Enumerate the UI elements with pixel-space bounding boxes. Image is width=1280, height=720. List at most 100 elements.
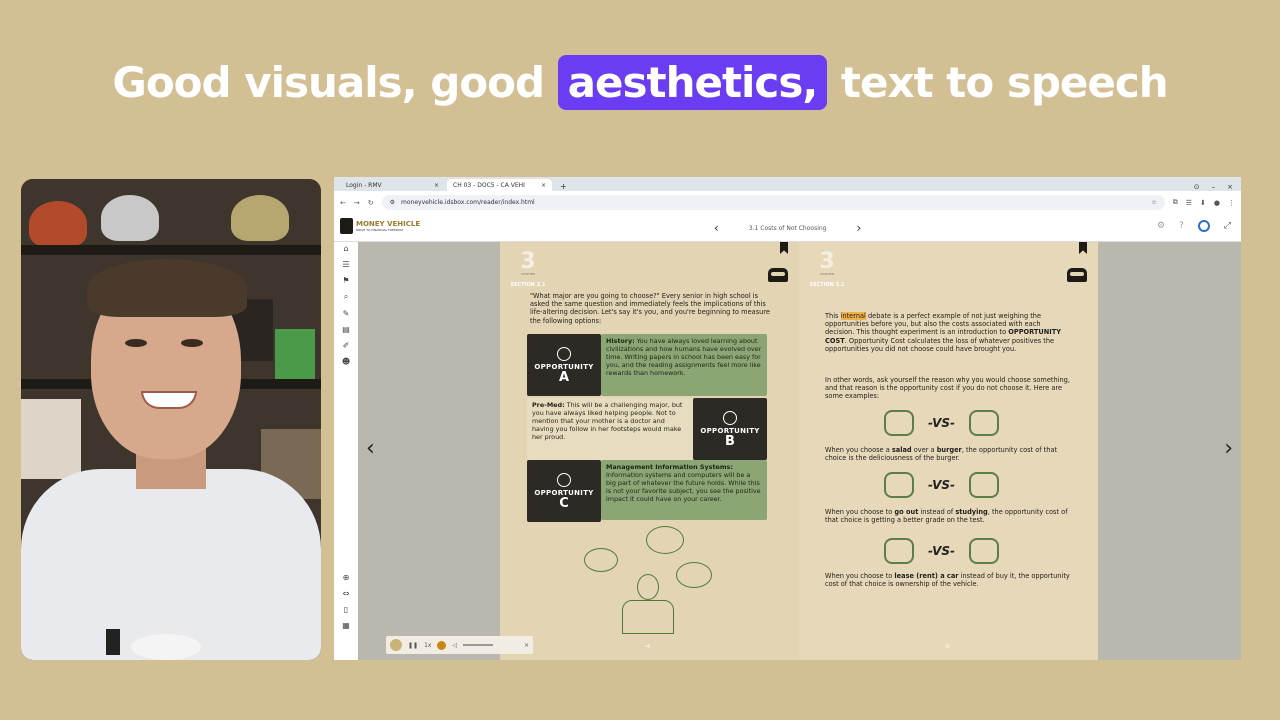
close-icon[interactable]: × xyxy=(541,182,546,189)
address-bar: ← → ↻ ⚙ moneyvehicle.idsbox.com/reader/in… xyxy=(334,191,1241,214)
text: over a xyxy=(911,446,937,454)
section-label: SECTION 3.1 xyxy=(809,282,845,288)
opportunity-letter: B xyxy=(725,433,735,449)
restore-icon[interactable]: ⊙ xyxy=(1194,183,1200,191)
reader-viewport: ‹ › 3 CHAPTER SECTION 3.1 "What major ar… xyxy=(358,242,1241,660)
thought-bubble-icon xyxy=(676,562,712,588)
speed-selector[interactable]: 1x xyxy=(424,642,431,649)
person-icon[interactable]: ☻ xyxy=(342,357,350,366)
next-chapter-button[interactable]: › xyxy=(856,221,861,235)
opportunity-description: History: You have always loved learning … xyxy=(601,334,767,396)
vs-goout-study: -VS- xyxy=(884,472,1000,498)
help-icon[interactable]: ? xyxy=(1179,221,1184,231)
opportunity-title: Pre-Med: xyxy=(532,401,565,409)
right-page: 3 CHAPTER SECTION 3.1 This internal deba… xyxy=(799,242,1098,660)
tab-login[interactable]: Login - RMV × xyxy=(340,179,445,191)
close-player-icon[interactable]: × xyxy=(524,642,529,649)
opportunity-badge: OPPORTUNITY C xyxy=(527,460,601,522)
star-icon[interactable]: ☆ xyxy=(1151,199,1156,206)
term: salad xyxy=(891,446,912,454)
tab-chapter[interactable]: CH 03 - DOC5 - CA VEHI × xyxy=(447,179,552,191)
running-icon xyxy=(884,472,914,498)
page-number: -5- xyxy=(944,644,951,650)
fit-icon[interactable]: ⇔ xyxy=(343,589,350,598)
chapter-number: 3 xyxy=(819,249,835,274)
next-page-icon[interactable]: › xyxy=(1224,436,1233,461)
vs-label: -VS- xyxy=(928,544,956,558)
chapter-title[interactable]: 3.1 Costs of Not Choosing xyxy=(749,225,827,232)
car-buy-icon xyxy=(969,538,1000,564)
user-icon[interactable] xyxy=(1197,220,1210,232)
prev-chapter-button[interactable]: ‹ xyxy=(714,221,719,235)
brand-logo-icon xyxy=(340,218,353,234)
thought-bubble-icon xyxy=(646,526,684,554)
tts-icon[interactable] xyxy=(390,639,402,651)
home-icon[interactable]: ⌂ xyxy=(343,244,348,253)
bookmark-ribbon xyxy=(780,242,788,254)
download-icon[interactable]: ⬇ xyxy=(1200,199,1206,207)
extensions-icon[interactable]: ⧉ xyxy=(1173,198,1178,207)
minimize-icon[interactable]: – xyxy=(1212,183,1216,191)
computer-icon xyxy=(557,472,571,487)
search-icon[interactable]: ⌕ xyxy=(344,292,348,302)
tab-list-icon[interactable]: ☰ xyxy=(1186,199,1192,207)
new-tab-button[interactable]: + xyxy=(554,182,573,191)
volume-icon[interactable]: ◁ xyxy=(452,642,457,649)
page-number: -4- xyxy=(645,644,652,650)
example-3: When you choose to lease (rent) a car in… xyxy=(825,572,1070,588)
window-controls: ⊙ – × xyxy=(1194,183,1241,191)
tab-label: CH 03 - DOC5 - CA VEHI xyxy=(453,181,525,189)
zoom-icon[interactable]: ⊕ xyxy=(343,573,350,582)
brand: MONEY VEHICLE DRIVE TO FINANCIAL FREEDOM xyxy=(340,218,420,234)
opportunity-letter: A xyxy=(558,369,570,385)
text: When you choose to xyxy=(825,572,895,580)
menu-icon[interactable]: ⋮ xyxy=(1228,199,1235,207)
person-hair xyxy=(87,259,247,317)
shirt-logo xyxy=(106,629,120,655)
site-info-icon[interactable]: ⚙ xyxy=(390,199,395,206)
settings-icon[interactable]: ⚙ xyxy=(1157,221,1165,231)
text: instead of xyxy=(918,508,956,516)
browser-window: Login - RMV × CH 03 - DOC5 - CA VEHI × + ⊙… xyxy=(334,177,1241,660)
reload-icon[interactable]: ↻ xyxy=(368,199,374,207)
fullscreen-icon[interactable]: ⤢ xyxy=(1224,221,1231,231)
highlight-icon[interactable]: ▤ xyxy=(342,325,350,334)
volume-slider[interactable] xyxy=(463,644,494,646)
headline: Good visuals, good aesthetics, text to s… xyxy=(0,55,1280,110)
medical-icon xyxy=(723,410,737,425)
close-window-icon[interactable]: × xyxy=(1227,183,1233,191)
edit-icon[interactable]: ✎ xyxy=(343,309,350,318)
chapter-marker: 3 CHAPTER SECTION 3.1 xyxy=(807,249,847,289)
forward-icon[interactable]: → xyxy=(354,199,360,207)
url-field[interactable]: ⚙ moneyvehicle.idsbox.com/reader/index.ht… xyxy=(381,195,1165,210)
opportunity-description: Management Information Systems: Informat… xyxy=(601,460,767,520)
voice-icon[interactable] xyxy=(437,640,447,650)
term: studying xyxy=(955,508,988,516)
car-lease-icon xyxy=(884,538,914,564)
back-icon[interactable]: ← xyxy=(340,199,346,207)
microphone xyxy=(131,634,201,660)
brand-name: MONEY VEHICLE xyxy=(356,219,421,228)
headline-text-end: text to speech xyxy=(827,58,1169,107)
close-icon[interactable]: × xyxy=(434,182,439,189)
tab-bar: Login - RMV × CH 03 - DOC5 - CA VEHI × + ⊙… xyxy=(334,177,1241,191)
vs-label: -VS- xyxy=(928,478,956,492)
grid-icon[interactable]: ▦ xyxy=(342,621,350,630)
bookmark-icon[interactable]: ⚑ xyxy=(342,276,349,285)
prev-page-icon[interactable]: ‹ xyxy=(366,436,375,461)
paragraph-1: This internal debate is a perfect exampl… xyxy=(825,312,1070,353)
opportunity-description: Pre-Med: This will be a challenging majo… xyxy=(527,398,693,460)
opportunity-badge: OPPORTUNITY A xyxy=(527,334,601,396)
eye xyxy=(125,339,147,347)
green-book xyxy=(275,329,315,379)
pen-icon[interactable]: ✐ xyxy=(343,341,350,350)
page-icon[interactable]: ▯ xyxy=(344,605,348,614)
pause-icon[interactable]: ❚❚ xyxy=(408,642,418,649)
list-icon[interactable]: ☰ xyxy=(342,260,349,269)
person-head-icon xyxy=(637,574,659,600)
text: This xyxy=(825,312,841,320)
text: . Opportunity Cost calculates the loss o… xyxy=(825,336,1055,353)
chapter-label: CHAPTER xyxy=(520,272,536,276)
profile-icon[interactable]: ● xyxy=(1214,199,1220,207)
intro-paragraph: "What major are you going to choose?" Ev… xyxy=(530,292,770,325)
